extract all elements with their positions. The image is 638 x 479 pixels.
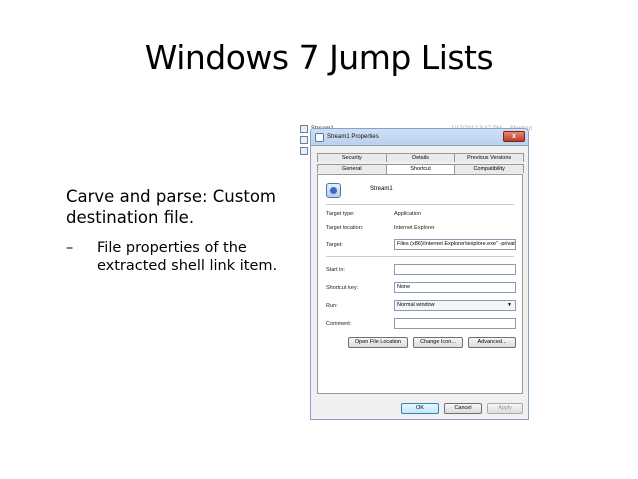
tab-details[interactable]: Details — [385, 153, 456, 162]
internet-explorer-icon — [326, 183, 341, 198]
bullet-sub-text: File properties of the extracted shell l… — [97, 240, 278, 274]
cancel-button[interactable]: Cancel — [444, 403, 482, 414]
target-location-value: Internet Explorer — [394, 225, 435, 231]
target-type-label: Target type: — [326, 211, 355, 217]
shortcut-file-icon — [300, 146, 308, 155]
comment-label: Comment: — [326, 321, 352, 327]
bullet-sub: – File properties of the extracted shell… — [66, 239, 296, 275]
bullet-main: Carve and parse: Custom destination file… — [66, 187, 276, 227]
dialog-titlebar[interactable]: Stream1 Properties — [311, 129, 528, 146]
tabs-row-top: Security Details Previous Versions — [317, 153, 525, 162]
shortcut-key-label: Shortcut key: — [326, 285, 359, 291]
shortcut-file-icon — [300, 135, 308, 144]
target-location-label: Target location: — [326, 225, 364, 231]
shortcut-name: Stream1 — [370, 186, 393, 192]
run-label: Run: — [326, 303, 338, 309]
comment-input[interactable] — [394, 318, 516, 329]
tab-shortcut[interactable]: Shortcut — [385, 164, 456, 174]
divider — [326, 256, 514, 257]
properties-screenshot: Stream1 1/17/2012 3:47 PM Shortcut stre … — [297, 120, 537, 420]
shortcut-file-icon — [300, 124, 308, 133]
tab-security[interactable]: Security — [317, 153, 387, 162]
dialog-title: Stream1 Properties — [327, 134, 379, 140]
tabs-row-bottom: General Shortcut Compatibility — [317, 164, 525, 174]
start-in-input[interactable] — [394, 264, 516, 275]
tab-compatibility[interactable]: Compatibility — [454, 164, 525, 173]
tab-general[interactable]: General — [317, 164, 387, 173]
advanced-button[interactable]: Advanced... — [468, 337, 516, 348]
ok-button[interactable]: OK — [401, 403, 439, 414]
shortcut-key-input[interactable]: None — [394, 282, 516, 293]
run-select[interactable]: Normal window ▼ — [394, 300, 516, 311]
shortcut-app-icon — [315, 132, 324, 142]
open-file-location-button[interactable]: Open File Location — [348, 337, 408, 348]
properties-dialog: Stream1 Properties x Security Details Pr… — [310, 128, 529, 420]
shortcut-tab-panel: Stream1 Target type: Application Target … — [317, 174, 523, 394]
target-label: Target: — [326, 242, 343, 248]
close-button[interactable]: x — [503, 131, 525, 142]
target-input[interactable]: Files (x86)\Internet Explorer\iexplore.e… — [394, 239, 516, 250]
start-in-label: Start in: — [326, 267, 345, 273]
chevron-down-icon: ▼ — [507, 302, 512, 308]
divider — [326, 204, 514, 205]
bullet-dash: – — [66, 240, 74, 256]
run-select-value: Normal window — [397, 302, 435, 308]
target-type-value: Application — [394, 211, 421, 217]
change-icon-button[interactable]: Change Icon... — [413, 337, 463, 348]
tab-previous-versions[interactable]: Previous Versions — [454, 153, 525, 162]
bullet-list: Carve and parse: Custom destination file… — [66, 186, 296, 275]
apply-button[interactable]: Apply — [487, 403, 523, 414]
slide-title: Windows 7 Jump Lists — [144, 38, 494, 77]
